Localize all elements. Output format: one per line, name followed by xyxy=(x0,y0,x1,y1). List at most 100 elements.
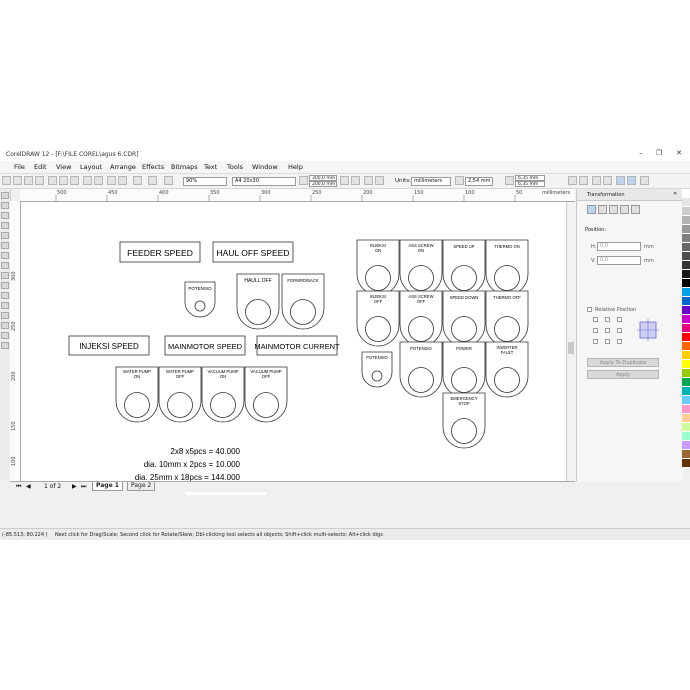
portrait-icon[interactable] xyxy=(340,176,349,185)
palette-swatch[interactable] xyxy=(682,279,690,288)
palette-swatch[interactable] xyxy=(682,225,690,234)
close-icon[interactable]: ✕ xyxy=(673,191,677,197)
palette-swatch[interactable] xyxy=(682,252,690,261)
zoom-icon[interactable] xyxy=(164,176,173,185)
menu-arrange[interactable]: Arrange xyxy=(110,163,136,171)
cut-icon[interactable] xyxy=(48,176,57,185)
palette-swatch[interactable] xyxy=(682,423,690,432)
horizontal-ruler[interactable]: 500 450 400 350 300 250 200 150 100 50 m… xyxy=(20,189,575,202)
duplicate-y-field[interactable]: 6,35 mm xyxy=(515,181,545,187)
paper-height-field[interactable]: 200,0 mm xyxy=(309,181,337,187)
minimize-button[interactable]: – xyxy=(634,149,648,159)
first-page-icon[interactable]: ⏮ xyxy=(16,483,21,491)
anchor-checkbox[interactable] xyxy=(605,339,610,344)
drawing-canvas[interactable]: FEEDER SPEED HAUL OFF SPEED INJEKSI SPEE… xyxy=(21,202,566,481)
palette-swatch[interactable] xyxy=(682,234,690,243)
palette-swatch[interactable] xyxy=(682,396,690,405)
palette-swatch[interactable] xyxy=(682,270,690,279)
palette-swatch[interactable] xyxy=(682,387,690,396)
zoom-tool-icon[interactable] xyxy=(1,222,9,229)
interactive-tool-icon[interactable] xyxy=(1,302,9,309)
anchor-checkbox[interactable] xyxy=(593,328,598,333)
palette-swatch[interactable] xyxy=(682,243,690,252)
menu-window[interactable]: Window xyxy=(252,163,278,171)
skew-tab-icon[interactable] xyxy=(631,205,640,214)
close-button[interactable]: ✕ xyxy=(672,149,686,159)
apply-to-duplicate-button[interactable]: Apply To Duplicate xyxy=(587,358,659,367)
next-page-icon[interactable]: ▶ xyxy=(72,483,77,490)
palette-swatch[interactable] xyxy=(682,261,690,270)
rectangle-tool-icon[interactable] xyxy=(1,252,9,259)
menu-edit[interactable]: Edit xyxy=(34,163,47,171)
current-page-icon[interactable] xyxy=(375,176,384,185)
menu-bitmaps[interactable]: Bitmaps xyxy=(171,163,198,171)
menu-view[interactable]: View xyxy=(56,163,71,171)
new-icon[interactable] xyxy=(2,176,11,185)
palette-swatch[interactable] xyxy=(682,306,690,315)
edit-across-layers-icon[interactable] xyxy=(616,176,625,185)
palette-swatch[interactable] xyxy=(682,360,690,369)
copy-icon[interactable] xyxy=(59,176,68,185)
palette-swatch[interactable] xyxy=(682,378,690,387)
menu-tools[interactable]: Tools xyxy=(227,163,243,171)
text-tool-icon[interactable] xyxy=(1,292,9,299)
export-icon[interactable] xyxy=(118,176,127,185)
restore-button[interactable]: ❐ xyxy=(652,149,666,159)
freehand-tool-icon[interactable] xyxy=(1,232,9,239)
application-launcher-icon[interactable] xyxy=(133,176,142,185)
nudge-offset-field[interactable]: 2,54 mm xyxy=(465,177,493,186)
drawing-page[interactable]: FEEDER SPEED HAUL OFF SPEED INJEKSI SPEE… xyxy=(21,202,566,481)
redo-icon[interactable] xyxy=(94,176,103,185)
vertical-ruler[interactable]: 300 250 200 150 100 xyxy=(10,201,21,481)
palette-swatch[interactable] xyxy=(682,405,690,414)
draw-objects-icon[interactable] xyxy=(603,176,612,185)
palette-swatch[interactable] xyxy=(682,216,690,225)
palette-swatch[interactable] xyxy=(682,369,690,378)
palette-swatch[interactable] xyxy=(682,288,690,297)
landscape-icon[interactable] xyxy=(351,176,360,185)
scale-tab-icon[interactable] xyxy=(609,205,618,214)
outline-tool-icon[interactable] xyxy=(1,322,9,329)
anchor-checkbox[interactable] xyxy=(593,339,598,344)
corel-online-icon[interactable] xyxy=(148,176,157,185)
eyedropper-tool-icon[interactable] xyxy=(1,312,9,319)
scrollbar-thumb[interactable] xyxy=(568,342,574,354)
palette-swatch[interactable] xyxy=(682,333,690,342)
apply-button[interactable]: Apply xyxy=(587,370,659,379)
dimension-icon[interactable] xyxy=(568,176,577,185)
paste-icon[interactable] xyxy=(70,176,79,185)
print-icon[interactable] xyxy=(35,176,44,185)
menu-text[interactable]: Text xyxy=(204,163,217,171)
palette-swatch[interactable] xyxy=(682,315,690,324)
undo-icon[interactable] xyxy=(83,176,92,185)
palette-swatch[interactable] xyxy=(682,432,690,441)
prev-page-icon[interactable]: ◀ xyxy=(26,483,31,490)
anchor-checkbox[interactable] xyxy=(617,339,622,344)
h-position-field[interactable]: 0,0 xyxy=(597,242,641,251)
all-pages-icon[interactable] xyxy=(364,176,373,185)
anchor-checkbox[interactable] xyxy=(593,317,598,322)
units-dropdown[interactable]: millimeters xyxy=(411,177,451,186)
smart-fill-tool-icon[interactable] xyxy=(1,242,9,249)
menu-layout[interactable]: Layout xyxy=(80,163,102,171)
palette-swatch[interactable] xyxy=(682,441,690,450)
palette-swatch[interactable] xyxy=(682,414,690,423)
options-icon[interactable] xyxy=(627,176,636,185)
menu-file[interactable]: File xyxy=(14,163,25,171)
toolbar-more-icon[interactable] xyxy=(640,176,649,185)
anchor-checkbox[interactable] xyxy=(605,317,610,322)
pick-tool-icon[interactable] xyxy=(1,192,9,199)
rotate-tab-icon[interactable] xyxy=(598,205,607,214)
tab-page-1[interactable]: Page 1 xyxy=(92,482,123,491)
palette-swatch[interactable] xyxy=(682,342,690,351)
polygon-tool-icon[interactable] xyxy=(1,272,9,279)
save-icon[interactable] xyxy=(24,176,33,185)
vertical-scrollbar[interactable] xyxy=(566,202,576,481)
palette-swatch[interactable] xyxy=(682,351,690,360)
open-icon[interactable] xyxy=(13,176,22,185)
palette-swatch[interactable] xyxy=(682,198,690,207)
basic-shapes-tool-icon[interactable] xyxy=(1,282,9,289)
tab-page-2[interactable]: Page 2 xyxy=(127,482,156,491)
palette-swatch[interactable] xyxy=(682,450,690,459)
anchor-checkbox[interactable] xyxy=(617,328,622,333)
